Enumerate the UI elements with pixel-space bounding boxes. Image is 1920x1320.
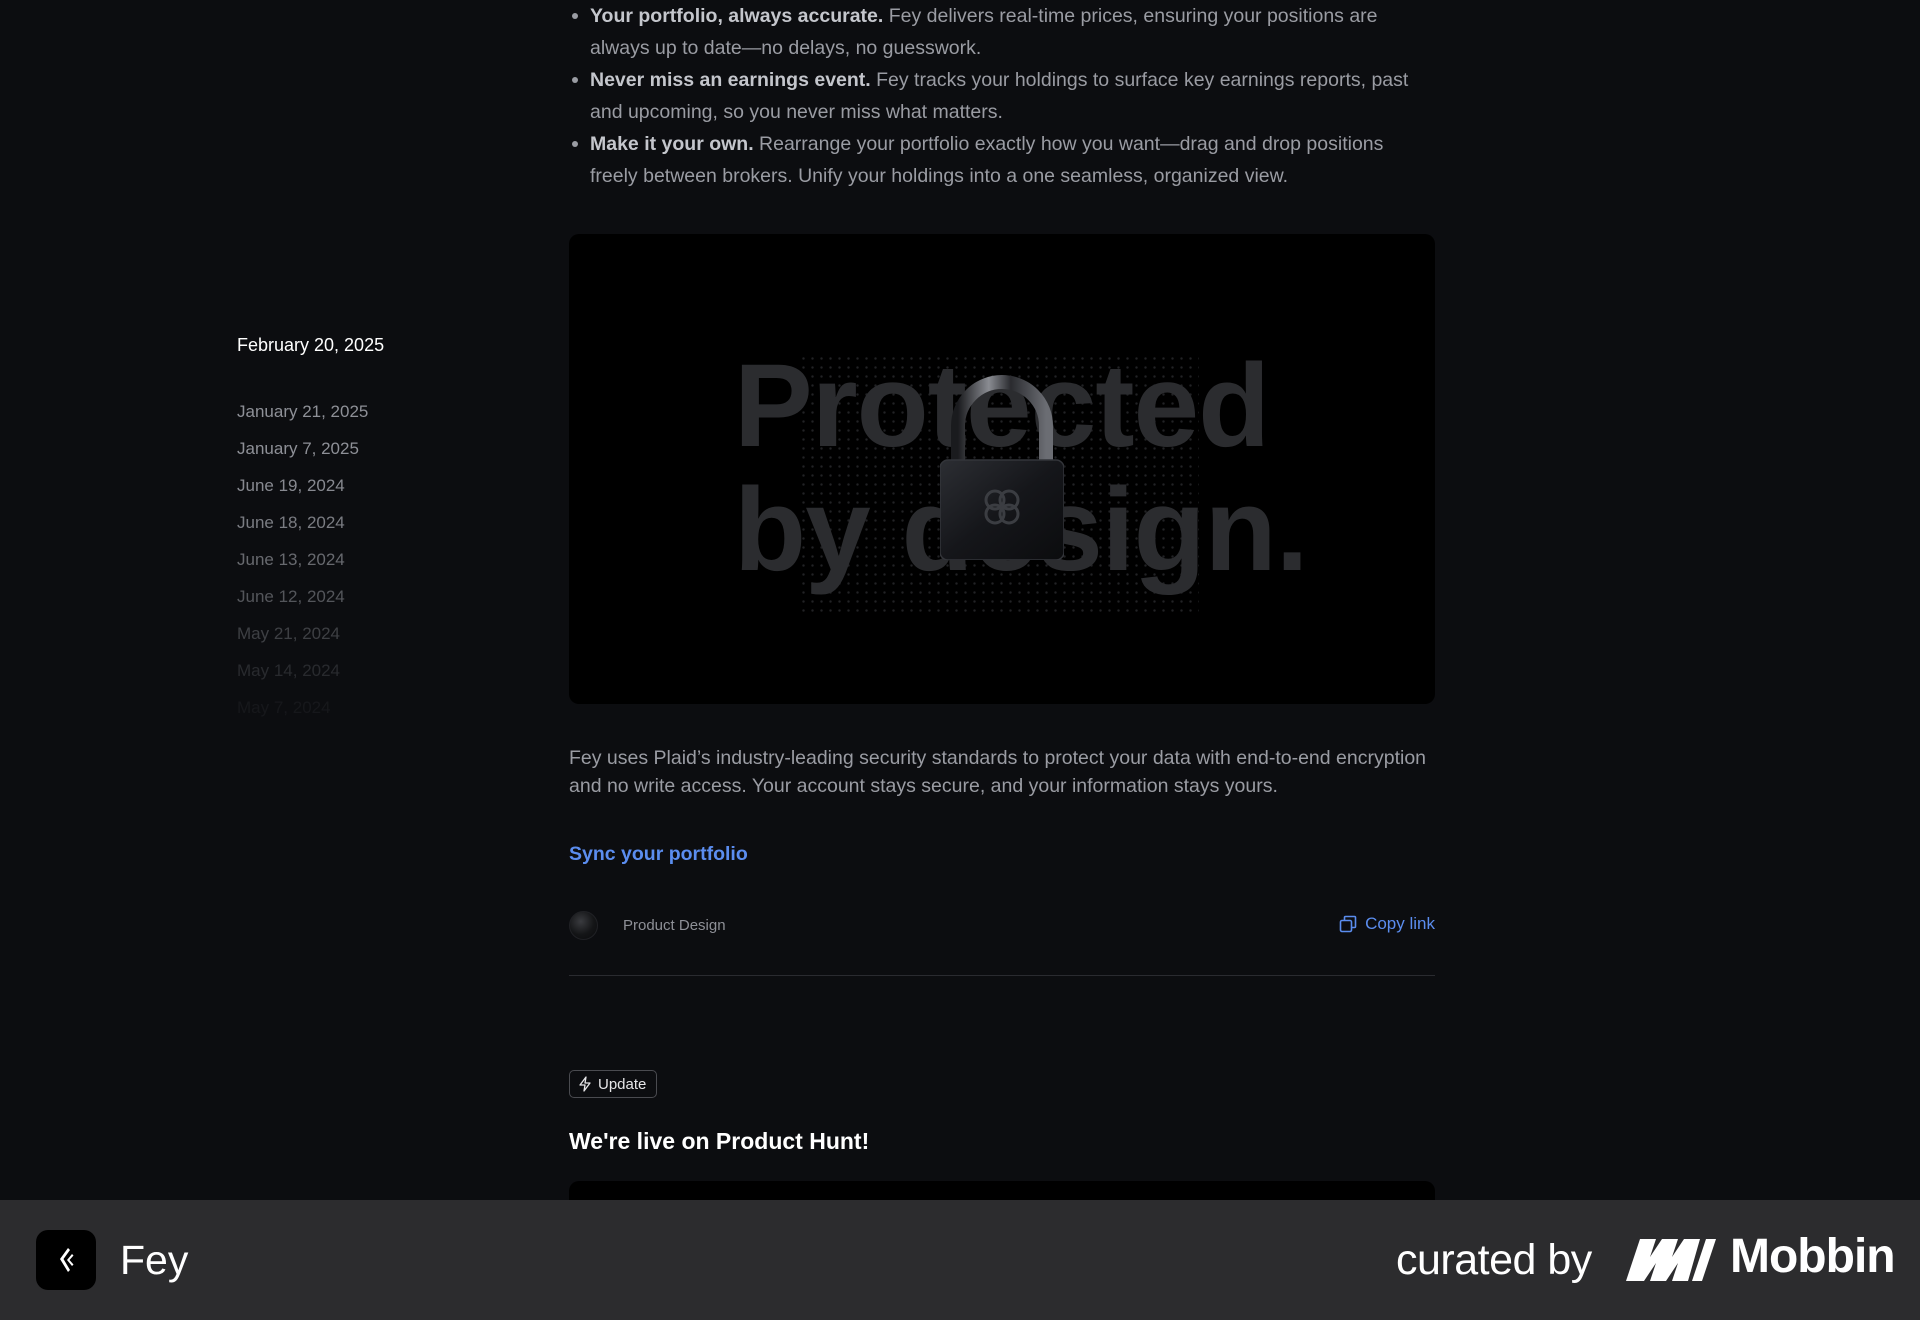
badge-label: Update bbox=[598, 1075, 647, 1093]
fey-logo-icon bbox=[36, 1230, 96, 1290]
feature-title: Your portfolio, always accurate. bbox=[590, 5, 884, 27]
post-title[interactable]: We're live on Product Hunt! bbox=[569, 1128, 869, 1155]
sync-portfolio-link[interactable]: Sync your portfolio bbox=[569, 843, 748, 866]
date-link[interactable]: May 14, 2024 bbox=[237, 652, 477, 689]
feature-list: Your portfolio, always accurate. Fey del… bbox=[569, 0, 1435, 192]
app-name: Fey bbox=[120, 1237, 189, 1283]
date-link[interactable]: June 18, 2024 bbox=[237, 504, 477, 541]
date-link[interactable]: June 12, 2024 bbox=[237, 578, 477, 615]
copy-link-button[interactable]: Copy link bbox=[1339, 914, 1435, 934]
article-body: Fey uses Plaid’s industry-leading securi… bbox=[569, 747, 1427, 797]
mobbin-logo-icon bbox=[1626, 1239, 1716, 1281]
feature-title: Make it your own. bbox=[590, 133, 754, 155]
padlock-icon bbox=[940, 375, 1064, 560]
date-link-active[interactable]: February 20, 2025 bbox=[237, 330, 477, 360]
copy-icon bbox=[1339, 915, 1357, 933]
footer-bar: Fey curated by Mobbin bbox=[0, 1200, 1920, 1320]
date-link[interactable]: January 7, 2025 bbox=[237, 430, 477, 467]
curated-by-label: curated by bbox=[1396, 1236, 1592, 1284]
update-badge: Update bbox=[569, 1070, 658, 1098]
feature-title: Never miss an earnings event. bbox=[590, 69, 871, 91]
lightning-icon bbox=[579, 1076, 591, 1092]
feature-item: Make it your own. Rearrange your portfol… bbox=[569, 128, 1435, 192]
feature-item: Your portfolio, always accurate. Fey del… bbox=[569, 0, 1435, 64]
date-link[interactable]: May 21, 2024 bbox=[237, 615, 477, 652]
category-label: Product Design bbox=[623, 917, 726, 934]
mobbin-brand: Mobbin bbox=[1730, 1230, 1896, 1283]
copy-link-label: Copy link bbox=[1365, 914, 1435, 933]
changelog-date-nav: February 20, 2025 January 21, 2025 Janua… bbox=[237, 330, 477, 726]
article-meta: Product Design Copy link bbox=[569, 910, 1435, 942]
post-divider bbox=[569, 975, 1435, 976]
changelog-article: Your portfolio, always accurate. Fey del… bbox=[569, 0, 1435, 1211]
date-link[interactable]: May 7, 2024 bbox=[237, 689, 477, 726]
date-link[interactable]: June 19, 2024 bbox=[237, 467, 477, 504]
date-link[interactable]: June 13, 2024 bbox=[237, 541, 477, 578]
hero-image: Protected by design. bbox=[569, 234, 1435, 704]
date-link[interactable]: January 21, 2025 bbox=[237, 393, 477, 430]
feature-item: Never miss an earnings event. Fey tracks… bbox=[569, 64, 1435, 128]
date-list: January 21, 2025 January 7, 2025 June 19… bbox=[237, 393, 477, 726]
author-avatar bbox=[569, 911, 598, 940]
